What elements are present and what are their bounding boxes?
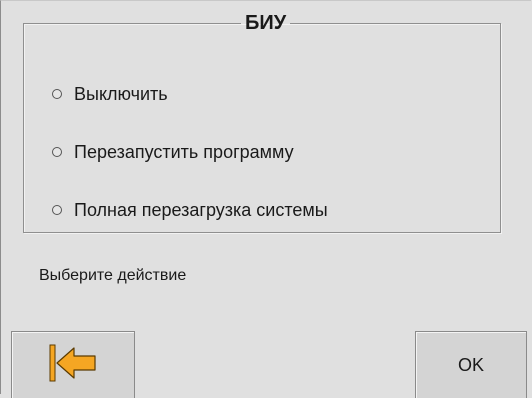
arrow-left-to-bar-icon — [46, 342, 100, 389]
radio-button[interactable] — [52, 205, 62, 215]
group-title: БИУ — [245, 12, 287, 34]
back-button[interactable] — [11, 331, 135, 398]
ok-button[interactable]: OK — [415, 331, 527, 398]
action-group: БИУ Выключить Перезапустить программу По… — [23, 13, 501, 233]
option-label: Перезапустить программу — [74, 141, 294, 162]
dialog-panel: БИУ Выключить Перезапустить программу По… — [0, 0, 531, 398]
option-full-reboot[interactable]: Полная перезагрузка системы — [52, 195, 328, 225]
option-shutdown[interactable]: Выключить — [52, 79, 168, 109]
option-label: Выключить — [74, 83, 168, 104]
option-restart-program[interactable]: Перезапустить программу — [52, 137, 294, 167]
radio-button[interactable] — [52, 147, 62, 157]
option-label: Полная перезагрузка системы — [74, 199, 328, 220]
instruction-text: Выберите действие — [39, 267, 187, 284]
radio-button[interactable] — [52, 89, 62, 99]
